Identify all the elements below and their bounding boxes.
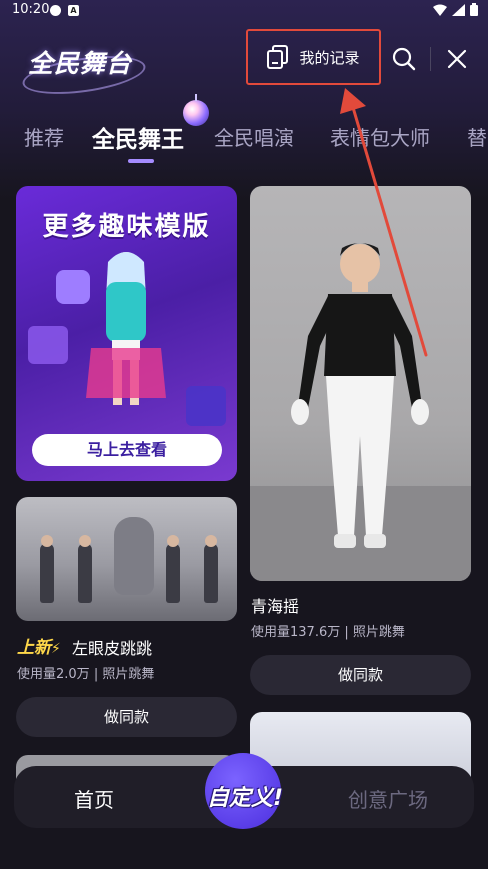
dance-template-meta-2: 使用量137.6万 | 照片跳舞 (251, 621, 405, 640)
dance-template-thumbnail-large[interactable] (250, 186, 471, 581)
dancer-figure (40, 543, 54, 603)
nav-creative-plaza[interactable]: 创意广场 (348, 784, 428, 813)
tab-recommend[interactable]: 推荐 (24, 122, 64, 151)
active-tab-indicator (128, 159, 154, 163)
wifi-icon (433, 4, 447, 16)
app-logo: 全民舞台 (20, 36, 148, 101)
new-badge-label: 上新 (17, 638, 51, 658)
battery-icon (470, 3, 478, 16)
dance-template-thumbnail[interactable] (16, 497, 237, 621)
header-divider (430, 47, 431, 71)
dance-template-title: 左眼皮跳跳 (72, 639, 153, 658)
cat-figure (114, 517, 154, 595)
disco-ball-icon (183, 94, 209, 126)
dancer-head (205, 535, 217, 547)
header-background (0, 0, 488, 200)
template-category: 照片跳舞 (352, 625, 405, 640)
play-icon (56, 270, 90, 304)
dancer-figure (204, 543, 218, 603)
promo-title: 更多趣味模版 (42, 212, 211, 242)
make-same-button[interactable]: 做同款 (16, 697, 237, 737)
make-same-button-2[interactable]: 做同款 (250, 655, 471, 695)
dancer-figure (78, 543, 92, 603)
logo-text: 全民舞台 (28, 49, 133, 78)
tab-meme-master[interactable]: 表情包大师 (330, 122, 430, 151)
signal-icon (452, 3, 465, 16)
dancer-head (167, 535, 179, 547)
custom-create-label[interactable]: 自定义! (199, 780, 291, 812)
promo-character-illustration (86, 252, 166, 405)
status-bar: 10:20 A (0, 0, 488, 22)
usage-count: 使用量2.0万 (17, 667, 90, 682)
my-records-label: 我的记录 (299, 48, 360, 67)
template-category: 照片跳舞 (102, 667, 155, 682)
lightning-icon: ⚡ (51, 641, 61, 657)
notification-dot-icon (50, 5, 61, 16)
promo-deco-panel (186, 386, 226, 426)
new-badge: 上新⚡ (17, 633, 61, 658)
tab-dance-king[interactable]: 全民舞王 (92, 120, 184, 154)
promo-card[interactable]: 更多趣味模版 马上去查看 (16, 186, 237, 481)
my-records-button[interactable]: 我的记录 (246, 29, 381, 85)
promo-view-button[interactable]: 马上去查看 (32, 434, 222, 466)
usage-count: 使用量137.6万 (251, 625, 341, 640)
dance-template-title-2: 青海摇 (251, 597, 300, 616)
promo-deco-panel (28, 326, 68, 364)
tab-partial[interactable]: 替 (467, 122, 487, 151)
meta-separator: | (344, 625, 349, 640)
close-icon[interactable] (446, 48, 468, 70)
notification-app-icon: A (68, 5, 79, 16)
dancer-head (41, 535, 53, 547)
nav-home[interactable]: 首页 (74, 784, 114, 813)
dancer-figure (166, 543, 180, 603)
category-tabs: 推荐 全民舞王 全民唱演 表情包大师 替 (0, 114, 488, 164)
meta-separator: | (93, 667, 99, 682)
records-icon (267, 45, 289, 69)
tab-singing[interactable]: 全民唱演 (214, 122, 294, 151)
man-figure-illustration (250, 243, 471, 581)
dance-template-meta: 使用量2.0万 | 照片跳舞 (17, 663, 154, 682)
search-icon[interactable] (392, 47, 416, 71)
status-time: 10:20 (12, 2, 50, 17)
dancer-head (79, 535, 91, 547)
